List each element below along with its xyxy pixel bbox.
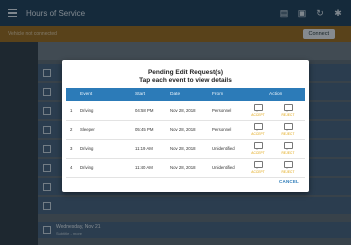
accept-label: ACCEPT (251, 113, 265, 117)
column-header-action: Action (269, 92, 283, 97)
dialog-title: Pending Edit Request(s) (147, 69, 224, 76)
row-number: 2 (70, 127, 73, 132)
date-cell: Nov 28, 2018 (170, 108, 196, 113)
column-header-event: Event (80, 92, 93, 97)
comment-icon (283, 123, 293, 131)
comment-icon (253, 142, 263, 150)
column-header-start: Start (135, 92, 146, 97)
event-cell: Driving (80, 165, 94, 170)
accept-button[interactable]: ACCEPT (247, 123, 269, 136)
date-cell: Nov 28, 2018 (170, 127, 196, 132)
reject-label: REJECT (281, 132, 295, 136)
start-cell: 11:40 AM (135, 165, 153, 170)
from-cell: Personnel (212, 108, 232, 113)
dialog-subtitle: Tap each event to view details (139, 77, 232, 84)
accept-button[interactable]: ACCEPT (247, 161, 269, 174)
accept-label: ACCEPT (251, 132, 265, 136)
date-cell: Nov 28, 2018 (170, 165, 196, 170)
start-cell: 11:19 AM (135, 146, 153, 151)
pending-edit-dialog: Pending Edit Request(s) Tap each event t… (62, 60, 309, 192)
screen: Hours of Service ▤ ▣ ↻ ✱ Vehicle not con… (0, 0, 351, 245)
reject-button[interactable]: REJECT (277, 161, 299, 174)
reject-button[interactable]: REJECT (277, 142, 299, 155)
cancel-button[interactable]: CANCEL (279, 179, 299, 184)
start-cell: 04:58 PM (135, 108, 154, 113)
start-cell: 05:45 PM (135, 127, 154, 132)
comment-icon (283, 104, 293, 112)
reject-button[interactable]: REJECT (277, 104, 299, 117)
comment-icon (253, 123, 263, 131)
from-cell: Personnel (212, 127, 232, 132)
reject-label: REJECT (281, 113, 295, 117)
reject-label: REJECT (281, 170, 295, 174)
date-cell: Nov 28, 2018 (170, 146, 196, 151)
comment-icon (283, 142, 293, 150)
from-cell: Unidentified (212, 146, 235, 151)
from-cell: Unidentified (212, 165, 235, 170)
reject-button[interactable]: REJECT (277, 123, 299, 136)
accept-label: ACCEPT (251, 151, 265, 155)
row-number: 1 (70, 108, 73, 113)
column-header-date: Date (170, 92, 181, 97)
comment-icon (253, 161, 263, 169)
table-header: Event Start Date From Action (66, 88, 305, 101)
reject-label: REJECT (281, 151, 295, 155)
row-number: 3 (70, 146, 73, 151)
row-number: 4 (70, 165, 73, 170)
event-cell: Driving (80, 108, 94, 113)
accept-button[interactable]: ACCEPT (247, 142, 269, 155)
column-header-from: From (212, 92, 224, 97)
table-row[interactable]: 3 Driving 11:19 AM Nov 28, 2018 Unidenti… (66, 139, 305, 159)
accept-label: ACCEPT (251, 170, 265, 174)
table-row[interactable]: 2 Sleeper 05:45 PM Nov 28, 2018 Personne… (66, 120, 305, 140)
event-cell: Sleeper (80, 127, 95, 132)
accept-button[interactable]: ACCEPT (247, 104, 269, 117)
comment-icon (283, 161, 293, 169)
table-row[interactable]: 4 Driving 11:40 AM Nov 28, 2018 Unidenti… (66, 158, 305, 178)
event-cell: Driving (80, 146, 94, 151)
table-row[interactable]: 1 Driving 04:58 PM Nov 28, 2018 Personne… (66, 101, 305, 121)
comment-icon (253, 104, 263, 112)
